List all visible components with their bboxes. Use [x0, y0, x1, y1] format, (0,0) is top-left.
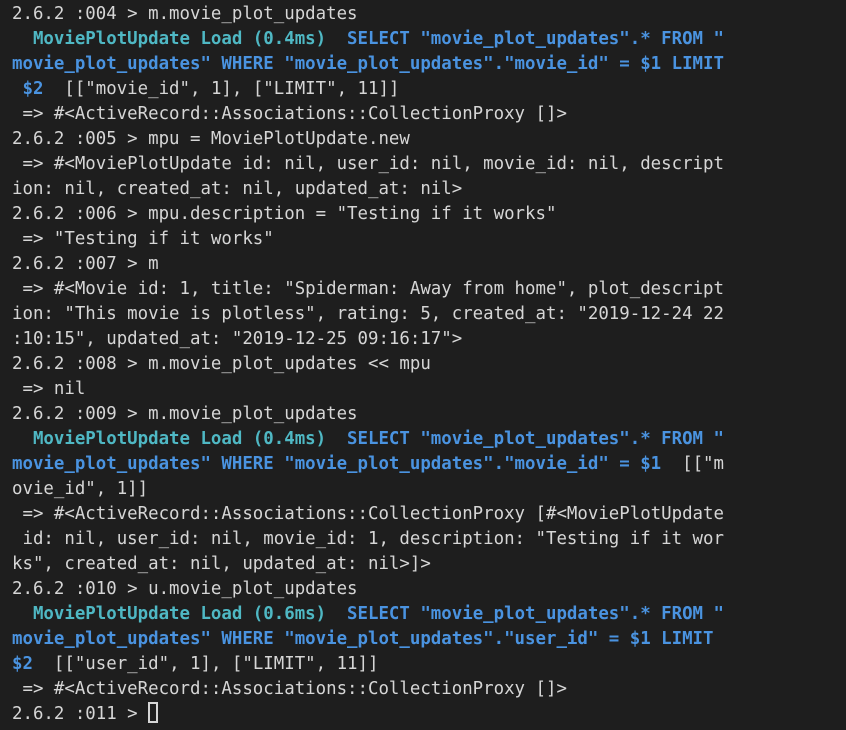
terminal-line: $2 [["movie_id", 1], ["LIMIT", 11]] — [12, 77, 846, 102]
terminal-line: $2 [["user_id", 1], ["LIMIT", 11]] — [12, 652, 846, 677]
terminal-line: ovie_id", 1]] — [12, 477, 846, 502]
terminal-line: => #<MoviePlotUpdate id: nil, user_id: n… — [12, 152, 846, 177]
terminal-line: => #<ActiveRecord::Associations::Collect… — [12, 502, 846, 527]
output-text: ks", created_at: nil, updated_at: nil>]> — [12, 554, 431, 574]
terminal-line: movie_plot_updates" WHERE "movie_plot_up… — [12, 52, 846, 77]
terminal-line: 2.6.2 :005 > mpu = MoviePlotUpdate.new — [12, 127, 846, 152]
sql-query-text: SELECT "movie_plot_updates".* FROM " — [326, 29, 724, 49]
text-cursor[interactable] — [148, 702, 159, 723]
terminal-line: ion: nil, created_at: nil, updated_at: n… — [12, 177, 846, 202]
terminal-line: 2.6.2 :011 > — [12, 702, 846, 727]
terminal-line: ks", created_at: nil, updated_at: nil>]> — [12, 552, 846, 577]
sql-binds-text: [["movie_id", 1], ["LIMIT", 11]] — [43, 79, 400, 99]
terminal-line: MoviePlotUpdate Load (0.4ms) SELECT "mov… — [12, 27, 846, 52]
terminal-line: MoviePlotUpdate Load (0.6ms) SELECT "mov… — [12, 602, 846, 627]
output-text: 2.6.2 :006 > mpu.description = "Testing … — [12, 204, 557, 224]
sql-query-text: $2 — [12, 654, 33, 674]
terminal-line: movie_plot_updates" WHERE "movie_plot_up… — [12, 627, 846, 652]
terminal-line: 2.6.2 :007 > m — [12, 252, 846, 277]
terminal-line: => nil — [12, 377, 846, 402]
terminal-window[interactable]: 2.6.2 :004 > m.movie_plot_updates MovieP… — [0, 0, 846, 730]
output-text: 2.6.2 :007 > m — [12, 254, 159, 274]
terminal-line: 2.6.2 :010 > u.movie_plot_updates — [12, 577, 846, 602]
sql-query-text: movie_plot_updates" WHERE "movie_plot_up… — [12, 629, 714, 649]
terminal-line: => #<Movie id: 1, title: "Spiderman: Awa… — [12, 277, 846, 302]
terminal-line: 2.6.2 :009 > m.movie_plot_updates — [12, 402, 846, 427]
output-text: => nil — [12, 379, 86, 399]
output-text: => "Testing if it works" — [12, 229, 274, 249]
sql-log-label: MoviePlotUpdate Load (0.4ms) — [12, 29, 327, 49]
sql-query-text: movie_plot_updates" WHERE "movie_plot_up… — [12, 54, 724, 74]
terminal-line: 2.6.2 :008 > m.movie_plot_updates << mpu — [12, 352, 846, 377]
output-text: 2.6.2 :009 > m.movie_plot_updates — [12, 404, 358, 424]
output-text: ion: "This movie is plotless", rating: 5… — [12, 304, 724, 324]
terminal-line: => #<ActiveRecord::Associations::Collect… — [12, 102, 846, 127]
terminal-line: id: nil, user_id: nil, movie_id: 1, desc… — [12, 527, 846, 552]
terminal-line: movie_plot_updates" WHERE "movie_plot_up… — [12, 452, 846, 477]
output-text: => #<ActiveRecord::Associations::Collect… — [12, 679, 567, 699]
sql-query-text: movie_plot_updates" WHERE "movie_plot_up… — [12, 454, 662, 474]
terminal-line: :10:15", updated_at: "2019-12-25 09:16:1… — [12, 327, 846, 352]
output-text: :10:15", updated_at: "2019-12-25 09:16:1… — [12, 329, 463, 349]
output-text: => #<ActiveRecord::Associations::Collect… — [12, 104, 567, 124]
console-prompt: 2.6.2 :011 > — [12, 704, 149, 724]
output-text: => #<Movie id: 1, title: "Spiderman: Awa… — [12, 279, 724, 299]
sql-log-label: MoviePlotUpdate Load (0.6ms) — [12, 604, 327, 624]
terminal-line: ion: "This movie is plotless", rating: 5… — [12, 302, 846, 327]
terminal-line: => #<ActiveRecord::Associations::Collect… — [12, 677, 846, 702]
terminal-line: MoviePlotUpdate Load (0.4ms) SELECT "mov… — [12, 427, 846, 452]
terminal-line: 2.6.2 :004 > m.movie_plot_updates — [12, 2, 846, 27]
sql-binds-text: [["m — [661, 454, 724, 474]
output-text: id: nil, user_id: nil, movie_id: 1, desc… — [12, 529, 724, 549]
sql-query-text: $2 — [12, 79, 44, 99]
terminal-line: 2.6.2 :006 > mpu.description = "Testing … — [12, 202, 846, 227]
output-text: 2.6.2 :010 > u.movie_plot_updates — [12, 579, 358, 599]
sql-query-text: SELECT "movie_plot_updates".* FROM " — [326, 429, 724, 449]
output-text: ion: nil, created_at: nil, updated_at: n… — [12, 179, 463, 199]
terminal-line: => "Testing if it works" — [12, 227, 846, 252]
sql-log-label: MoviePlotUpdate Load (0.4ms) — [12, 429, 327, 449]
output-text: => #<ActiveRecord::Associations::Collect… — [12, 504, 724, 524]
output-text: => #<MoviePlotUpdate id: nil, user_id: n… — [12, 154, 724, 174]
output-text: 2.6.2 :005 > mpu = MoviePlotUpdate.new — [12, 129, 410, 149]
output-text: 2.6.2 :008 > m.movie_plot_updates << mpu — [12, 354, 431, 374]
output-text: ovie_id", 1]] — [12, 479, 149, 499]
sql-binds-text: [["user_id", 1], ["LIMIT", 11]] — [32, 654, 379, 674]
output-text: 2.6.2 :004 > m.movie_plot_updates — [12, 4, 358, 24]
sql-query-text: SELECT "movie_plot_updates".* FROM " — [326, 604, 724, 624]
